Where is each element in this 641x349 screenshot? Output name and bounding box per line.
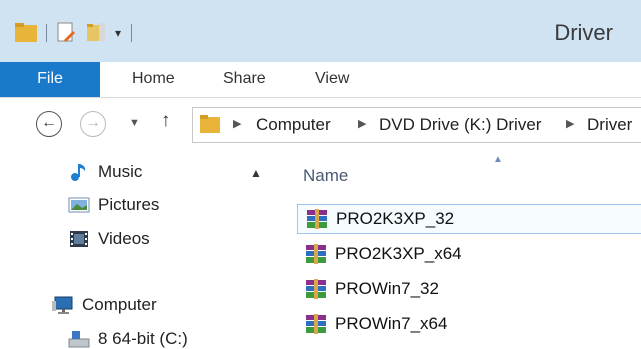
- up-arrow-icon[interactable]: ↑: [161, 110, 171, 132]
- nav-item-music[interactable]: Music: [68, 162, 142, 182]
- nav-item-label: Pictures: [98, 195, 160, 214]
- navigation-pane: ▲ Music Pictures Videos Computer 8 64-bi…: [0, 152, 275, 349]
- new-folder-icon[interactable]: [85, 22, 109, 44]
- file-row[interactable]: PROWin7_x64: [297, 309, 641, 339]
- forward-arrow-icon: →: [85, 114, 101, 131]
- navigation-bar: ← → ▼ ↑ ▶ Computer ▶ DVD Drive (K:) Driv…: [0, 98, 641, 152]
- tab-share[interactable]: Share: [223, 62, 266, 97]
- breadcrumb-computer[interactable]: Computer: [256, 115, 331, 135]
- file-list-pane: ▲ Name PRO2K3XP_32 PRO2K3XP_x64 PROWin7_…: [275, 152, 641, 349]
- tab-view[interactable]: View: [315, 62, 349, 97]
- file-row[interactable]: PROWin7_32: [297, 274, 641, 304]
- breadcrumb-chevron-icon[interactable]: ▶: [233, 117, 241, 130]
- nav-item-label: Music: [98, 162, 143, 181]
- properties-icon[interactable]: [55, 22, 77, 44]
- customize-toolbar-dropdown-icon[interactable]: ▾: [115, 26, 121, 40]
- back-button[interactable]: ←: [36, 111, 62, 137]
- address-bar[interactable]: ▶ Computer ▶ DVD Drive (K:) Driver ▶ Dri…: [192, 107, 641, 143]
- breadcrumb-dvd-drive[interactable]: DVD Drive (K:) Driver: [379, 115, 541, 135]
- breadcrumb-chevron-icon[interactable]: ▶: [358, 117, 366, 130]
- rar-archive-icon: [307, 209, 327, 229]
- nav-item-videos[interactable]: Videos: [68, 229, 150, 249]
- file-row[interactable]: PRO2K3XP_x64: [297, 239, 641, 269]
- toolbar-separator: [131, 24, 133, 42]
- file-name: PRO2K3XP_32: [336, 209, 455, 228]
- pictures-icon: [68, 197, 90, 213]
- music-icon: [71, 164, 86, 181]
- file-name: PRO2K3XP_x64: [335, 244, 462, 263]
- file-row[interactable]: PRO2K3XP_32: [297, 204, 641, 234]
- rar-archive-icon: [306, 314, 326, 334]
- nav-item-label: Computer: [82, 295, 157, 314]
- toolbar-separator: [46, 24, 47, 42]
- tab-file[interactable]: File: [0, 62, 100, 97]
- file-name: PROWin7_x64: [335, 314, 448, 333]
- window-title: Driver: [554, 20, 613, 45]
- recent-locations-dropdown-icon[interactable]: ▼: [129, 117, 140, 129]
- nav-item-local-disk[interactable]: 8 64-bit (C:): [68, 329, 188, 349]
- folder-icon[interactable]: [14, 22, 38, 44]
- file-name: PROWin7_32: [335, 279, 439, 298]
- tab-home[interactable]: Home: [132, 62, 175, 97]
- nav-item-computer[interactable]: Computer: [52, 295, 157, 315]
- computer-icon: [52, 296, 73, 314]
- drive-icon: [68, 331, 90, 348]
- quick-access-toolbar: ▾: [14, 22, 133, 44]
- title-bar: ▾ Driver: [0, 0, 641, 62]
- sort-ascending-icon: ▲: [493, 154, 503, 165]
- folder-icon: [200, 115, 220, 133]
- rar-archive-icon: [306, 244, 326, 264]
- breadcrumb-driver[interactable]: Driver: [587, 115, 632, 135]
- ribbon-tabs: File Home Share View: [0, 62, 641, 98]
- column-header-name[interactable]: Name: [303, 166, 348, 186]
- scroll-up-icon[interactable]: ▲: [250, 166, 262, 180]
- breadcrumb-chevron-icon[interactable]: ▶: [566, 117, 574, 130]
- nav-item-label: Videos: [98, 229, 150, 248]
- videos-icon: [70, 231, 88, 247]
- rar-archive-icon: [306, 279, 326, 299]
- forward-button[interactable]: →: [80, 111, 106, 137]
- nav-item-label: 8 64-bit (C:): [98, 329, 188, 348]
- nav-item-pictures[interactable]: Pictures: [68, 195, 159, 215]
- back-arrow-icon: ←: [41, 114, 57, 131]
